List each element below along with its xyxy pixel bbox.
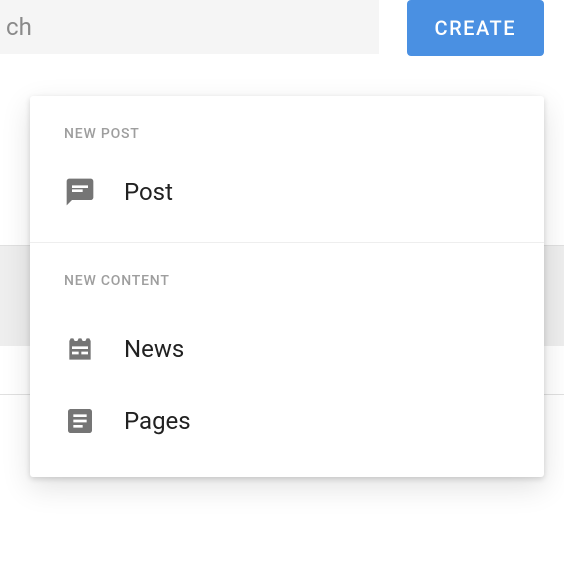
- top-bar: CREATE: [0, 0, 564, 78]
- menu-item-label: News: [124, 335, 184, 363]
- menu-item-label: Post: [124, 178, 173, 206]
- create-dropdown-panel: NEW POST Post NEW CONTENT News Pages: [30, 96, 544, 477]
- search-input[interactable]: [0, 0, 379, 54]
- menu-item-label: Pages: [124, 407, 191, 435]
- dropdown-section-header-new-content: NEW CONTENT: [30, 243, 544, 299]
- create-button[interactable]: CREATE: [407, 0, 544, 56]
- chat-icon: [64, 176, 96, 208]
- news-icon: [64, 333, 96, 365]
- menu-item-post[interactable]: Post: [30, 152, 544, 232]
- menu-item-pages[interactable]: Pages: [30, 385, 544, 457]
- page-icon: [64, 405, 96, 437]
- dropdown-section-header-new-post: NEW POST: [30, 96, 544, 152]
- menu-item-news[interactable]: News: [30, 313, 544, 385]
